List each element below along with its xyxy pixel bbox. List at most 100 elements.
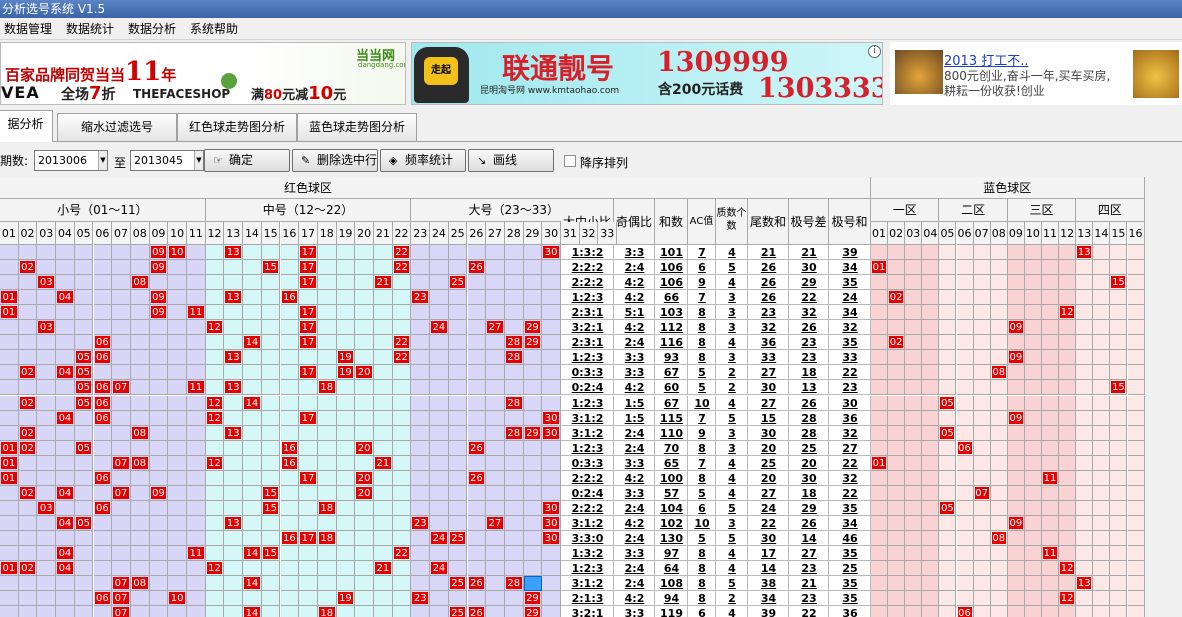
red-cell[interactable] <box>280 576 300 592</box>
red-cell[interactable] <box>205 546 225 562</box>
red-cell[interactable] <box>261 320 281 336</box>
blue-cell[interactable] <box>1007 546 1025 562</box>
blue-cell[interactable] <box>956 290 974 306</box>
red-cell[interactable] <box>18 515 38 531</box>
red-cell[interactable] <box>448 395 468 411</box>
red-cell[interactable] <box>205 485 225 501</box>
red-cell[interactable] <box>56 425 75 441</box>
red-cell[interactable] <box>486 290 505 306</box>
red-cell[interactable] <box>280 260 300 276</box>
red-cell[interactable] <box>374 485 393 501</box>
blue-cell[interactable] <box>990 260 1008 276</box>
red-cell[interactable] <box>355 530 374 546</box>
red-cell[interactable] <box>504 470 524 486</box>
blue-cell[interactable] <box>1127 440 1145 456</box>
red-cell[interactable] <box>317 275 337 291</box>
blue-cell[interactable] <box>888 455 906 471</box>
blue-cell[interactable] <box>922 606 940 617</box>
red-cell[interactable] <box>504 365 524 381</box>
red-cell[interactable] <box>280 410 300 426</box>
red-cell[interactable] <box>336 455 356 471</box>
blue-cell[interactable] <box>1059 455 1077 471</box>
red-cell[interactable] <box>112 425 131 441</box>
blue-cell[interactable] <box>1024 395 1042 411</box>
red-cell[interactable] <box>392 395 412 411</box>
blue-cell[interactable] <box>922 305 940 321</box>
red-cell[interactable] <box>336 245 356 261</box>
blue-cell[interactable] <box>973 530 991 546</box>
blue-cell[interactable] <box>1042 260 1060 276</box>
blue-cell[interactable] <box>1110 576 1128 592</box>
red-cell[interactable] <box>149 380 169 396</box>
red-cell[interactable] <box>411 305 431 321</box>
blue-cell[interactable] <box>905 305 923 321</box>
red-cell[interactable] <box>430 546 449 562</box>
red-cell[interactable] <box>187 245 206 261</box>
blue-cell[interactable] <box>905 425 923 441</box>
blue-cell[interactable] <box>1042 290 1060 306</box>
red-cell[interactable] <box>130 335 150 351</box>
red-cell[interactable] <box>243 591 262 607</box>
red-cell[interactable] <box>56 591 75 607</box>
red-cell[interactable] <box>149 440 169 456</box>
blue-cell[interactable] <box>939 591 957 607</box>
red-cell[interactable] <box>504 485 524 501</box>
blue-cell[interactable] <box>1127 305 1145 321</box>
blue-cell[interactable] <box>922 410 940 426</box>
blue-cell[interactable] <box>888 606 906 617</box>
red-cell[interactable] <box>168 606 187 617</box>
blue-cell[interactable] <box>1059 576 1077 592</box>
blue-cell[interactable] <box>1127 530 1145 546</box>
red-cell[interactable] <box>430 335 449 351</box>
red-cell[interactable] <box>130 410 150 426</box>
blue-cell[interactable] <box>939 335 957 351</box>
blue-cell[interactable] <box>990 606 1008 617</box>
red-cell[interactable] <box>355 500 374 516</box>
blue-cell[interactable] <box>1007 365 1025 381</box>
red-cell[interactable] <box>504 530 524 546</box>
red-cell[interactable] <box>448 440 468 456</box>
blue-cell[interactable] <box>1076 260 1094 276</box>
red-cell[interactable] <box>130 380 150 396</box>
blue-cell[interactable] <box>871 320 889 336</box>
blue-cell[interactable] <box>1024 290 1042 306</box>
red-cell[interactable] <box>187 515 206 531</box>
red-cell[interactable] <box>523 485 543 501</box>
blue-cell[interactable] <box>956 365 974 381</box>
red-cell[interactable] <box>542 305 561 321</box>
blue-cell[interactable] <box>939 546 957 562</box>
blue-cell[interactable] <box>956 500 974 516</box>
red-cell[interactable] <box>243 290 262 306</box>
red-cell[interactable] <box>224 260 244 276</box>
red-cell[interactable] <box>243 530 262 546</box>
blue-cell[interactable] <box>1110 530 1128 546</box>
blue-cell[interactable] <box>1042 425 1060 441</box>
red-cell[interactable] <box>261 245 281 261</box>
red-cell[interactable] <box>355 260 374 276</box>
red-cell[interactable] <box>486 561 505 577</box>
blue-cell[interactable] <box>1127 260 1145 276</box>
red-cell[interactable] <box>336 546 356 562</box>
blue-cell[interactable] <box>888 320 906 336</box>
blue-cell[interactable] <box>905 515 923 531</box>
blue-cell[interactable] <box>1042 350 1060 366</box>
red-cell[interactable] <box>168 530 187 546</box>
frequency-button[interactable]: ◈ 频率统计 <box>380 149 466 172</box>
blue-cell[interactable] <box>956 320 974 336</box>
red-cell[interactable] <box>243 275 262 291</box>
red-cell[interactable] <box>542 606 561 617</box>
red-cell[interactable] <box>18 335 38 351</box>
red-cell[interactable] <box>467 425 487 441</box>
red-cell[interactable] <box>448 591 468 607</box>
red-cell[interactable] <box>486 591 505 607</box>
blue-cell[interactable] <box>1007 470 1025 486</box>
blue-cell[interactable] <box>1127 350 1145 366</box>
blue-cell[interactable] <box>905 380 923 396</box>
red-cell[interactable] <box>467 410 487 426</box>
red-cell[interactable] <box>18 305 38 321</box>
red-cell[interactable] <box>93 320 113 336</box>
blue-cell[interactable] <box>1024 561 1042 577</box>
blue-cell[interactable] <box>1093 305 1111 321</box>
red-cell[interactable] <box>411 455 431 471</box>
ad-dangdang[interactable]: 百家品牌同贺当当11年 当当网 dangdang.com VEA 全场7折 TH… <box>0 42 406 105</box>
